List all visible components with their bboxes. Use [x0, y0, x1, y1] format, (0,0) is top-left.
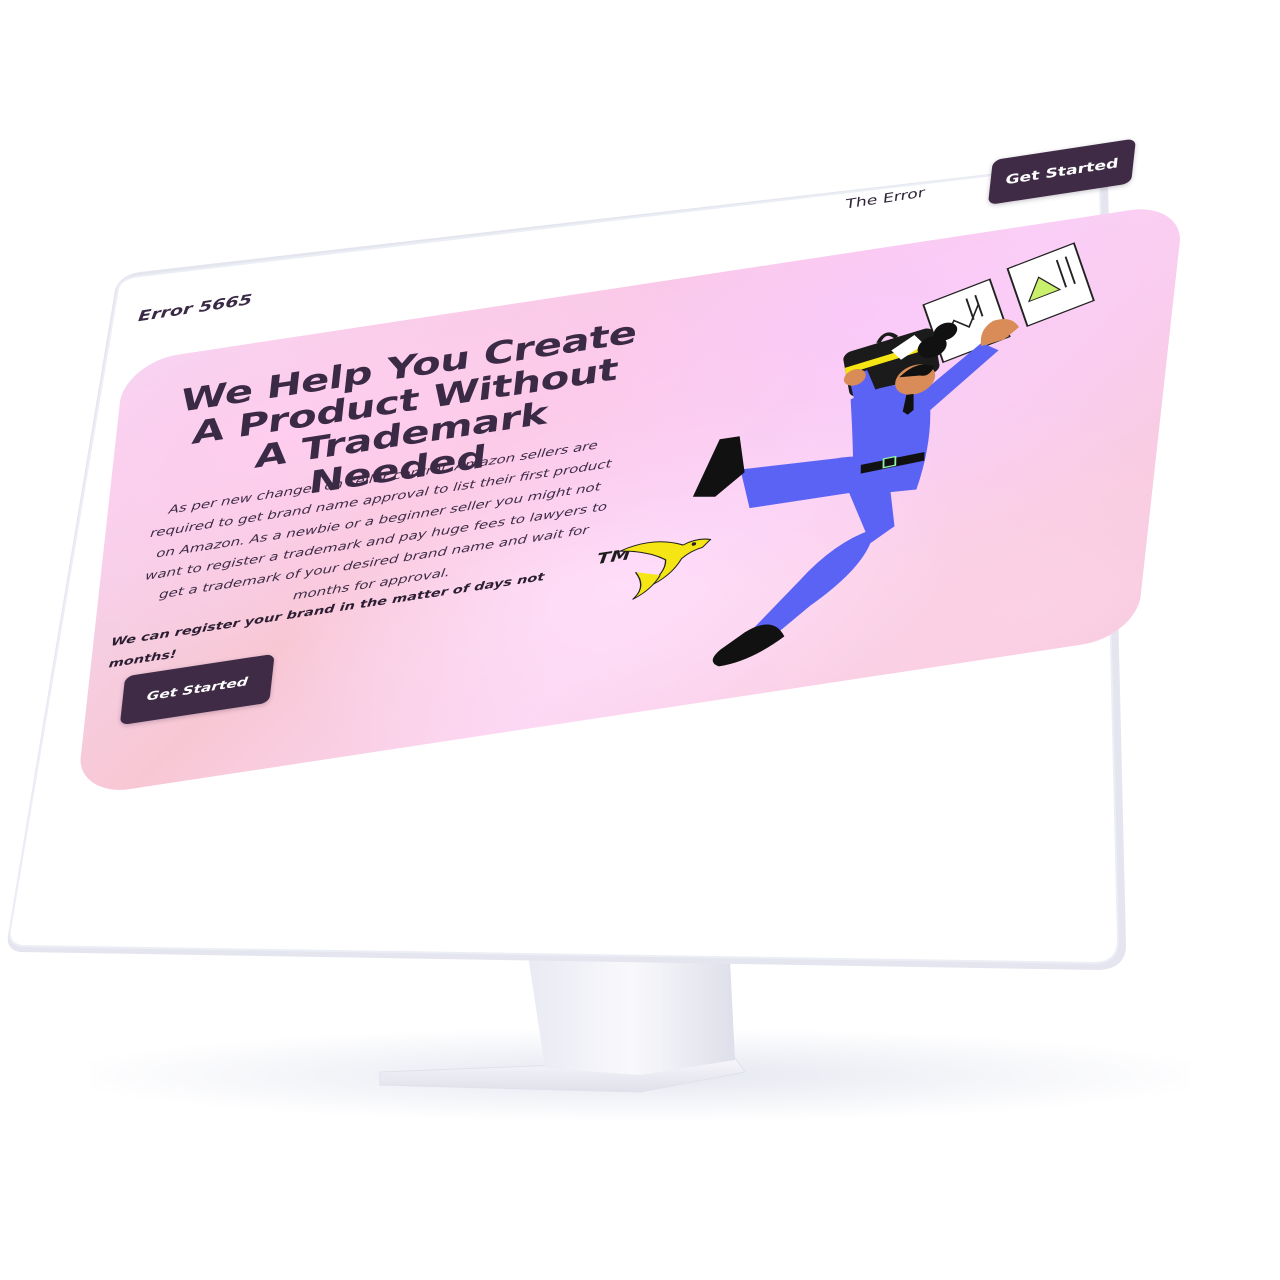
chart-document-icon: [1006, 242, 1095, 327]
monitor-mockup: Error 5665 The Error Get Started We Help…: [0, 0, 1280, 1280]
shoe-lower: [712, 624, 785, 667]
nav-link-the-error[interactable]: The Error: [845, 185, 926, 212]
leg-lower: [754, 529, 872, 639]
get-started-nav-button[interactable]: Get Started: [987, 138, 1137, 205]
falling-businesswoman-illustration: [617, 242, 1095, 667]
shoe-upper: [692, 436, 745, 497]
tm-bird-logo-icon: [617, 538, 712, 600]
brand-logo[interactable]: Error 5665: [137, 291, 253, 325]
